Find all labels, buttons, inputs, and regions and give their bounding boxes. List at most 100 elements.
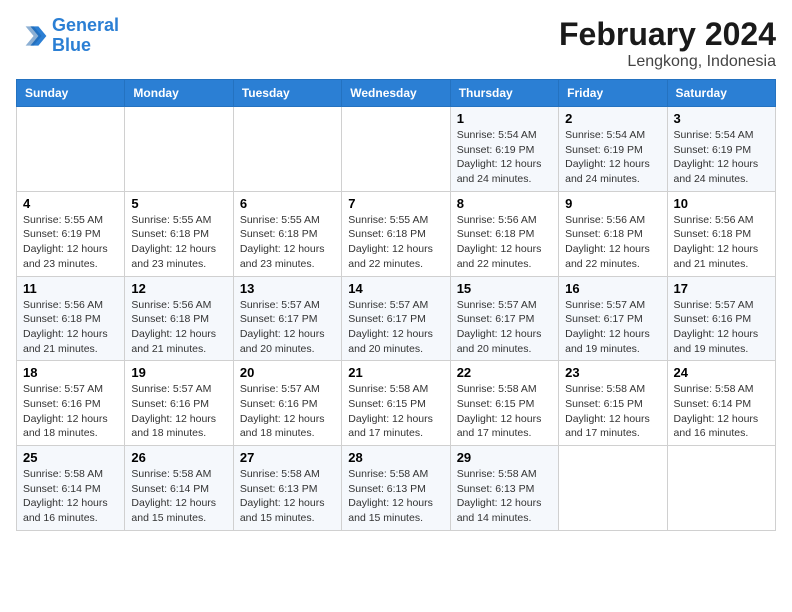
page-header: General Blue February 2024 Lengkong, Ind… xyxy=(16,16,776,71)
day-number: 2 xyxy=(565,111,660,126)
calendar-week-row: 1 Sunrise: 5:54 AM Sunset: 6:19 PM Daylig… xyxy=(17,107,776,192)
weekday-header: Friday xyxy=(559,80,667,107)
day-number: 25 xyxy=(23,450,118,465)
weekday-header: Thursday xyxy=(450,80,558,107)
day-info: Sunrise: 5:56 AM Sunset: 6:18 PM Dayligh… xyxy=(565,213,660,272)
weekday-header: Wednesday xyxy=(342,80,450,107)
day-info: Sunrise: 5:57 AM Sunset: 6:16 PM Dayligh… xyxy=(131,382,226,441)
calendar-cell: 26 Sunrise: 5:58 AM Sunset: 6:14 PM Dayli… xyxy=(125,446,233,531)
day-number: 28 xyxy=(348,450,443,465)
day-info: Sunrise: 5:54 AM Sunset: 6:19 PM Dayligh… xyxy=(565,128,660,187)
calendar-cell: 29Sunrise: 5:58 AM Sunset: 6:13 PM Dayli… xyxy=(450,446,558,531)
day-info: Sunrise: 5:58 AM Sunset: 6:15 PM Dayligh… xyxy=(348,382,443,441)
day-number: 18 xyxy=(23,365,118,380)
calendar-cell: 19 Sunrise: 5:57 AM Sunset: 6:16 PM Dayli… xyxy=(125,361,233,446)
day-info: Sunrise: 5:57 AM Sunset: 6:17 PM Dayligh… xyxy=(565,298,660,357)
calendar-cell: 22 Sunrise: 5:58 AM Sunset: 6:15 PM Dayli… xyxy=(450,361,558,446)
day-info: Sunrise: 5:57 AM Sunset: 6:16 PM Dayligh… xyxy=(240,382,335,441)
day-number: 15 xyxy=(457,281,552,296)
day-info: Sunrise: 5:56 AM Sunset: 6:18 PM Dayligh… xyxy=(23,298,118,357)
day-info: Sunrise: 5:55 AM Sunset: 6:19 PM Dayligh… xyxy=(23,213,118,272)
day-number: 5 xyxy=(131,196,226,211)
weekday-header: Monday xyxy=(125,80,233,107)
day-number: 26 xyxy=(131,450,226,465)
day-info: Sunrise: 5:56 AM Sunset: 6:18 PM Dayligh… xyxy=(674,213,769,272)
calendar-cell: 9 Sunrise: 5:56 AM Sunset: 6:18 PM Daylig… xyxy=(559,191,667,276)
calendar-table: SundayMondayTuesdayWednesdayThursdayFrid… xyxy=(16,79,776,531)
calendar-cell xyxy=(559,446,667,531)
day-info: Sunrise: 5:58 AM Sunset: 6:13 PM Dayligh… xyxy=(240,467,335,526)
calendar-cell: 13 Sunrise: 5:57 AM Sunset: 6:17 PM Dayli… xyxy=(233,276,341,361)
calendar-cell: 14 Sunrise: 5:57 AM Sunset: 6:17 PM Dayli… xyxy=(342,276,450,361)
day-number: 9 xyxy=(565,196,660,211)
day-number: 24 xyxy=(674,365,769,380)
calendar-cell: 7 Sunrise: 5:55 AM Sunset: 6:18 PM Daylig… xyxy=(342,191,450,276)
calendar-cell: 21 Sunrise: 5:58 AM Sunset: 6:15 PM Dayli… xyxy=(342,361,450,446)
calendar-cell: 23 Sunrise: 5:58 AM Sunset: 6:15 PM Dayli… xyxy=(559,361,667,446)
day-info: Sunrise: 5:58 AM Sunset: 6:15 PM Dayligh… xyxy=(565,382,660,441)
calendar-cell: 4Sunrise: 5:55 AM Sunset: 6:19 PM Daylig… xyxy=(17,191,125,276)
logo: General Blue xyxy=(16,16,119,56)
calendar-week-row: 18 Sunrise: 5:57 AM Sunset: 6:16 PM Dayli… xyxy=(17,361,776,446)
calendar-cell: 20 Sunrise: 5:57 AM Sunset: 6:16 PM Dayli… xyxy=(233,361,341,446)
weekday-header-row: SundayMondayTuesdayWednesdayThursdayFrid… xyxy=(17,80,776,107)
calendar-cell: 17Sunrise: 5:57 AM Sunset: 6:16 PM Dayli… xyxy=(667,276,775,361)
day-info: Sunrise: 5:54 AM Sunset: 6:19 PM Dayligh… xyxy=(457,128,552,187)
subtitle: Lengkong, Indonesia xyxy=(559,53,776,71)
calendar-cell xyxy=(233,107,341,192)
day-number: 22 xyxy=(457,365,552,380)
logo-icon xyxy=(16,20,48,52)
day-info: Sunrise: 5:58 AM Sunset: 6:14 PM Dayligh… xyxy=(23,467,118,526)
day-info: Sunrise: 5:55 AM Sunset: 6:18 PM Dayligh… xyxy=(348,213,443,272)
calendar-cell: 6Sunrise: 5:55 AM Sunset: 6:18 PM Daylig… xyxy=(233,191,341,276)
calendar-cell: 24 Sunrise: 5:58 AM Sunset: 6:14 PM Dayli… xyxy=(667,361,775,446)
calendar-cell: 3Sunrise: 5:54 AM Sunset: 6:19 PM Daylig… xyxy=(667,107,775,192)
day-number: 3 xyxy=(674,111,769,126)
day-number: 1 xyxy=(457,111,552,126)
day-number: 23 xyxy=(565,365,660,380)
day-info: Sunrise: 5:58 AM Sunset: 6:14 PM Dayligh… xyxy=(131,467,226,526)
calendar-cell xyxy=(342,107,450,192)
day-info: Sunrise: 5:58 AM Sunset: 6:13 PM Dayligh… xyxy=(348,467,443,526)
calendar-cell: 18 Sunrise: 5:57 AM Sunset: 6:16 PM Dayli… xyxy=(17,361,125,446)
day-info: Sunrise: 5:57 AM Sunset: 6:16 PM Dayligh… xyxy=(23,382,118,441)
day-info: Sunrise: 5:57 AM Sunset: 6:17 PM Dayligh… xyxy=(348,298,443,357)
title-block: February 2024 Lengkong, Indonesia xyxy=(559,16,776,71)
day-info: Sunrise: 5:57 AM Sunset: 6:17 PM Dayligh… xyxy=(457,298,552,357)
weekday-header: Sunday xyxy=(17,80,125,107)
day-number: 14 xyxy=(348,281,443,296)
day-number: 8 xyxy=(457,196,552,211)
day-info: Sunrise: 5:57 AM Sunset: 6:16 PM Dayligh… xyxy=(674,298,769,357)
calendar-cell xyxy=(667,446,775,531)
calendar-cell: 15 Sunrise: 5:57 AM Sunset: 6:17 PM Dayli… xyxy=(450,276,558,361)
day-number: 21 xyxy=(348,365,443,380)
weekday-header: Saturday xyxy=(667,80,775,107)
calendar-cell: 25 Sunrise: 5:58 AM Sunset: 6:14 PM Dayli… xyxy=(17,446,125,531)
day-number: 6 xyxy=(240,196,335,211)
day-info: Sunrise: 5:55 AM Sunset: 6:18 PM Dayligh… xyxy=(131,213,226,272)
calendar-week-row: 25 Sunrise: 5:58 AM Sunset: 6:14 PM Dayli… xyxy=(17,446,776,531)
calendar-cell: 11Sunrise: 5:56 AM Sunset: 6:18 PM Dayli… xyxy=(17,276,125,361)
day-number: 12 xyxy=(131,281,226,296)
calendar-cell: 27Sunrise: 5:58 AM Sunset: 6:13 PM Dayli… xyxy=(233,446,341,531)
day-info: Sunrise: 5:58 AM Sunset: 6:15 PM Dayligh… xyxy=(457,382,552,441)
main-title: February 2024 xyxy=(559,16,776,53)
calendar-cell: 1 Sunrise: 5:54 AM Sunset: 6:19 PM Daylig… xyxy=(450,107,558,192)
day-number: 20 xyxy=(240,365,335,380)
day-info: Sunrise: 5:58 AM Sunset: 6:14 PM Dayligh… xyxy=(674,382,769,441)
weekday-header: Tuesday xyxy=(233,80,341,107)
calendar-week-row: 11Sunrise: 5:56 AM Sunset: 6:18 PM Dayli… xyxy=(17,276,776,361)
calendar-cell: 2 Sunrise: 5:54 AM Sunset: 6:19 PM Daylig… xyxy=(559,107,667,192)
day-info: Sunrise: 5:57 AM Sunset: 6:17 PM Dayligh… xyxy=(240,298,335,357)
calendar-cell: 5 Sunrise: 5:55 AM Sunset: 6:18 PM Daylig… xyxy=(125,191,233,276)
day-number: 10 xyxy=(674,196,769,211)
logo-text: General Blue xyxy=(52,16,119,56)
day-number: 16 xyxy=(565,281,660,296)
day-number: 29 xyxy=(457,450,552,465)
day-number: 19 xyxy=(131,365,226,380)
calendar-cell: 12Sunrise: 5:56 AM Sunset: 6:18 PM Dayli… xyxy=(125,276,233,361)
day-info: Sunrise: 5:56 AM Sunset: 6:18 PM Dayligh… xyxy=(457,213,552,272)
calendar-week-row: 4Sunrise: 5:55 AM Sunset: 6:19 PM Daylig… xyxy=(17,191,776,276)
day-number: 13 xyxy=(240,281,335,296)
day-number: 7 xyxy=(348,196,443,211)
